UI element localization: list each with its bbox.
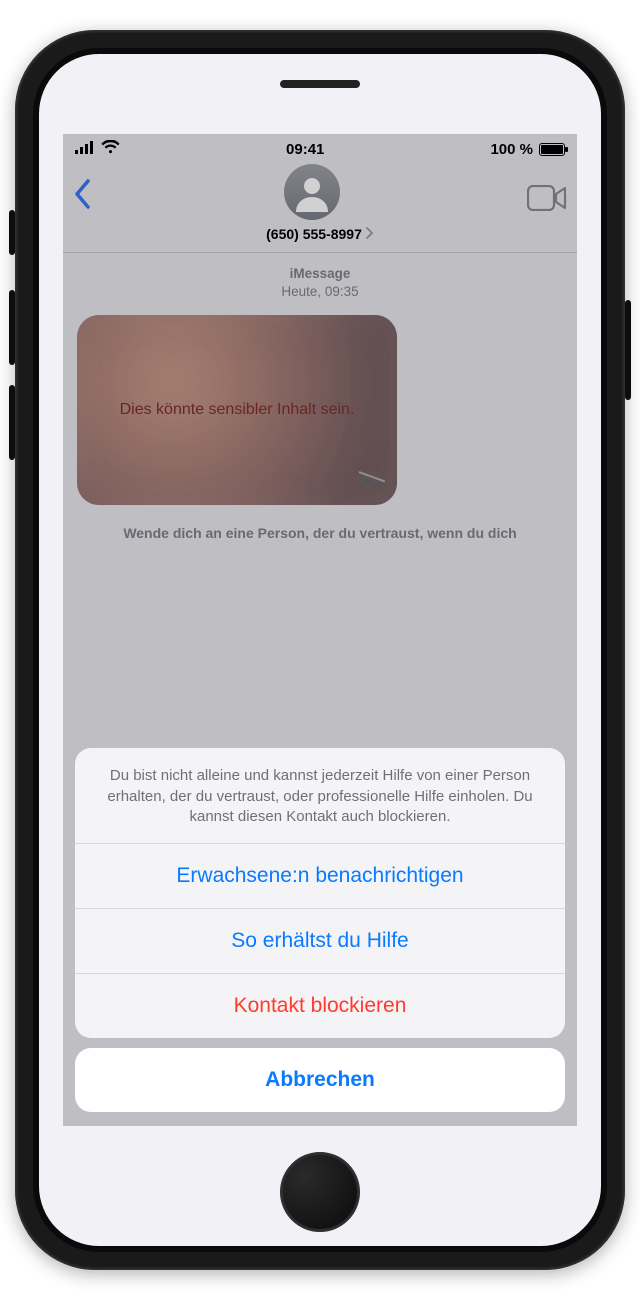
notify-adult-button[interactable]: Erwachsene:n benachrichtigen	[75, 844, 565, 909]
block-contact-button[interactable]: Kontakt blockieren	[75, 974, 565, 1038]
speaker-grille	[280, 80, 360, 88]
device-frame: 09:41 100 %	[0, 0, 640, 1300]
volume-up-button	[9, 290, 15, 365]
phone-bezel: 09:41 100 %	[33, 48, 607, 1252]
phone-body: 09:41 100 %	[15, 30, 625, 1270]
get-help-button[interactable]: So erhältst du Hilfe	[75, 909, 565, 974]
volume-down-button	[9, 385, 15, 460]
screen: 09:41 100 %	[39, 54, 601, 1246]
cancel-button[interactable]: Abbrechen	[75, 1048, 565, 1112]
action-sheet: Du bist nicht alleine und kannst jederze…	[63, 748, 577, 1126]
sheet-message: Du bist nicht alleine und kannst jederze…	[75, 748, 565, 844]
display-area: 09:41 100 %	[63, 134, 577, 1126]
silence-switch	[9, 210, 15, 255]
power-button	[625, 300, 631, 400]
home-button[interactable]	[280, 1152, 360, 1232]
